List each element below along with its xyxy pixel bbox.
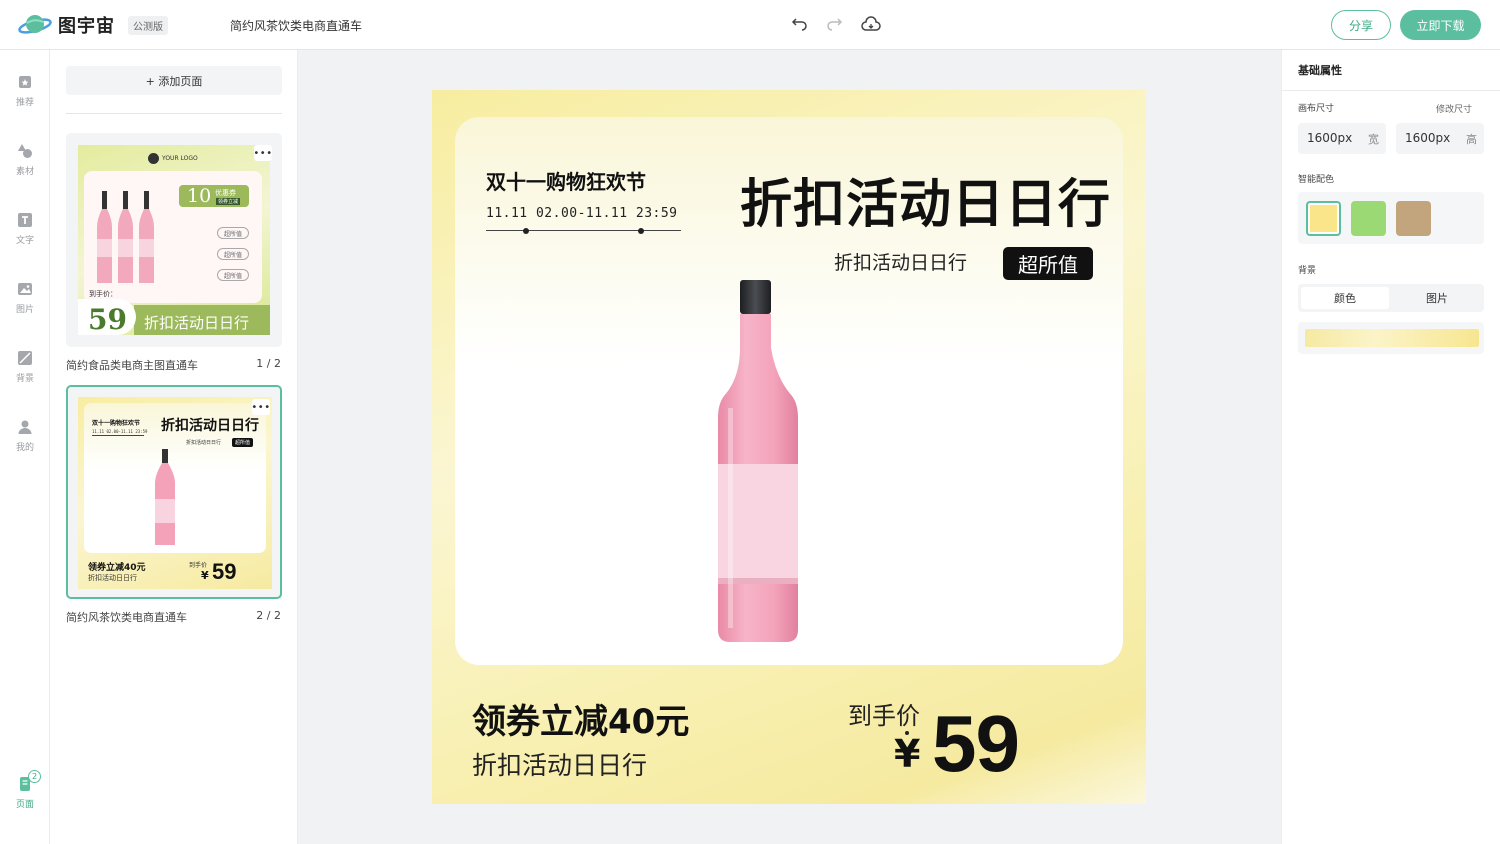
event-title[interactable]: 双十一购物狂欢节	[486, 166, 646, 195]
rail-label: 页面	[15, 800, 34, 810]
smart-color-label: 智能配色	[1298, 175, 1335, 185]
cloud-save-icon[interactable]	[860, 14, 882, 36]
page-index: 2 / 2	[256, 609, 281, 622]
event-underline[interactable]	[486, 230, 681, 231]
history-toolbar	[788, 14, 882, 36]
underline-dot	[638, 228, 644, 234]
app-logo[interactable]: 图宇宙	[18, 12, 115, 38]
page-count-badge: 2	[28, 770, 41, 783]
tab-color[interactable]: 颜色	[1301, 287, 1389, 309]
rail-item-pages[interactable]: 页面 2	[0, 770, 50, 810]
canvas-size-label: 画布尺寸	[1298, 104, 1335, 114]
wine-bottle-image[interactable]	[716, 278, 800, 644]
beta-badge: 公测版	[128, 16, 168, 35]
rail-label: 背景	[15, 374, 34, 384]
background-label: 背景	[1298, 266, 1317, 276]
rail-item-mine[interactable]: 我的	[0, 419, 50, 453]
tab-image[interactable]: 图片	[1393, 287, 1481, 309]
share-button[interactable]: 分享	[1331, 10, 1391, 40]
thumb-canvas: YOUR LOGO 10 优惠券 领券立减 超所值 超所值 超所值 折扣活动日日…	[78, 145, 270, 336]
color-swatches	[1298, 192, 1484, 244]
resize-link[interactable]: 修改尺寸	[1436, 102, 1472, 115]
rail-item-text[interactable]: 文字	[0, 212, 50, 246]
tool-rail: 推荐 素材 文字 图片 背景 我的 页面 2	[0, 50, 50, 844]
divider	[66, 113, 282, 114]
rail-label: 素材	[15, 167, 34, 177]
thumb-tag: 超所值	[217, 269, 249, 281]
image-icon	[18, 283, 32, 295]
value-badge[interactable]: 超所值	[1003, 247, 1093, 280]
page-caption: 简约食品类电商主图直通车	[66, 359, 198, 372]
rail-label: 我的	[15, 443, 34, 453]
design-canvas[interactable]: 双十一购物狂欢节 11.11 02.00-11.11 23:59 折扣活动日日行…	[432, 90, 1146, 804]
background-color-picker[interactable]	[1298, 322, 1484, 354]
thumb-coupon: 10 优惠券 领券立减	[179, 185, 249, 207]
thumb-slogan-bar: 折扣活动日日行	[134, 305, 270, 335]
page-index: 1 / 2	[256, 357, 281, 370]
page-thumbnail-2[interactable]: 双十一购物狂欢节 11.11 02.00-11.11 23:59 折扣活动日日行…	[66, 385, 282, 599]
more-options-button[interactable]: •••	[253, 145, 272, 161]
panel-header: 基础属性	[1298, 64, 1342, 77]
user-icon	[18, 420, 32, 434]
price-value[interactable]: 59	[932, 698, 1020, 790]
more-options-button[interactable]: •••	[251, 399, 270, 415]
text-icon	[18, 213, 32, 227]
thumb-logo: YOUR LOGO	[148, 153, 198, 164]
thumb-line	[92, 435, 144, 436]
coupon-text[interactable]: 领券立减40元	[472, 694, 689, 743]
rail-label: 图片	[15, 305, 34, 315]
color-swatch-green[interactable]	[1351, 201, 1386, 236]
thumb-tag: 超所值	[217, 227, 249, 239]
document-title[interactable]: 简约风茶饮类电商直通车	[230, 17, 362, 34]
logo-text: 图宇宙	[58, 16, 115, 37]
rail-item-background[interactable]: 背景	[0, 350, 50, 384]
thumb-bottles	[97, 191, 154, 283]
background-gradient-preview[interactable]	[1305, 329, 1479, 347]
main-title[interactable]: 折扣活动日日行	[740, 162, 1111, 237]
download-button[interactable]: 立即下载	[1400, 10, 1481, 40]
logo-circle-icon	[148, 153, 159, 164]
currency-symbol[interactable]: ¥	[894, 732, 920, 776]
page-thumbnail-1[interactable]: YOUR LOGO 10 优惠券 领券立减 超所值 超所值 超所值 折扣活动日日…	[66, 133, 282, 347]
properties-panel: 基础属性 画布尺寸 修改尺寸 1600px 宽 1600px 高 智能配色 背景…	[1281, 50, 1500, 844]
color-swatch-yellow[interactable]	[1306, 201, 1341, 236]
sub-title[interactable]: 折扣活动日日行	[834, 248, 967, 275]
height-field[interactable]: 1600px 高	[1396, 123, 1484, 154]
event-time[interactable]: 11.11 02.00-11.11 23:59	[486, 206, 678, 221]
background-type-toggle: 颜色 图片	[1298, 284, 1484, 312]
top-bar: 图宇宙 公测版 简约风茶饮类电商直通车 分享 立即下载	[0, 0, 1500, 50]
rail-item-material[interactable]: 素材	[0, 143, 50, 177]
thumb-bottle	[155, 449, 175, 545]
price-label[interactable]: 到手价	[848, 696, 920, 731]
thumb-canvas: 双十一购物狂欢节 11.11 02.00-11.11 23:59 折扣活动日日行…	[78, 397, 272, 589]
width-field[interactable]: 1600px 宽	[1298, 123, 1386, 154]
background-icon	[18, 351, 32, 365]
coupon-subtext[interactable]: 折扣活动日日行	[472, 746, 647, 782]
planet-logo-icon	[18, 12, 52, 38]
rail-label: 推荐	[15, 98, 34, 108]
thumb-price-bubble: 到手价： 59	[78, 290, 136, 336]
pages-panel: + 添加页面 YOUR LOGO 10 优惠券 领券立减 超所值 超所值 超所值	[50, 50, 298, 844]
rail-item-recommend[interactable]: 推荐	[0, 74, 50, 108]
thumb-tag: 超所值	[217, 248, 249, 260]
divider	[1282, 90, 1500, 91]
add-page-button[interactable]: + 添加页面	[66, 66, 282, 95]
rail-label: 文字	[15, 236, 34, 246]
rail-item-image[interactable]: 图片	[0, 281, 50, 315]
shapes-icon	[18, 144, 32, 158]
page-caption: 简约风茶饮类电商直通车	[66, 611, 187, 624]
undo-icon[interactable]	[788, 14, 810, 36]
recommend-icon	[19, 76, 31, 88]
redo-icon[interactable]	[824, 14, 846, 36]
color-swatch-tan[interactable]	[1396, 201, 1431, 236]
underline-dot	[523, 228, 529, 234]
